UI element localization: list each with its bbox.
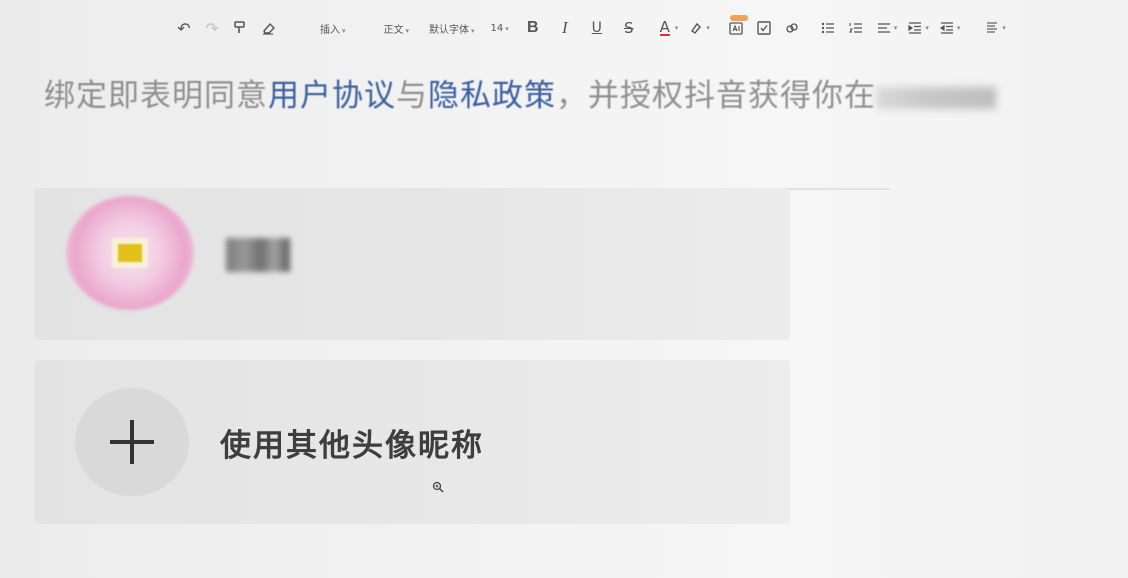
paragraph-style-select[interactable]: 正文 ▾	[384, 21, 410, 36]
zoom-cursor-icon	[432, 481, 444, 497]
user-agreement-link[interactable]: 用户协议	[268, 78, 396, 114]
eraser-icon[interactable]	[254, 14, 282, 42]
bold-button[interactable]: B	[519, 14, 547, 42]
paragraph-style-label: 正文	[383, 24, 404, 36]
ai-icon[interactable]	[722, 14, 750, 42]
underline-button[interactable]: U	[583, 14, 611, 42]
strikethrough-button[interactable]: S	[615, 14, 643, 42]
redacted-text	[876, 86, 996, 109]
agreement-text: 绑定即表明同意用户协议与隐私政策，并授权抖音获得你在	[44, 70, 996, 115]
plus-icon[interactable]	[75, 388, 189, 496]
more-caret-icon[interactable]: ▾	[1002, 24, 1006, 32]
font-family-label: 默认字体	[429, 24, 470, 36]
font-size-label: 14	[490, 22, 504, 34]
undo-icon[interactable]: ↶	[170, 14, 198, 42]
insert-menu-label: 插入	[320, 24, 340, 36]
new-badge	[729, 15, 748, 21]
redacted-nickname	[226, 238, 290, 272]
avatar-image	[112, 238, 148, 268]
bullet-list-icon[interactable]	[814, 14, 842, 42]
privacy-policy-link[interactable]: 隐私政策	[428, 78, 556, 114]
outdent-caret-icon[interactable]: ▾	[957, 24, 961, 32]
agreement-suffix: ，并授权抖音获得你在	[556, 78, 876, 114]
font-color-label: A	[659, 18, 670, 36]
indent-caret-icon[interactable]: ▾	[925, 24, 929, 32]
insert-menu[interactable]: 插入 ▾	[320, 21, 346, 36]
format-painter-icon[interactable]	[226, 14, 254, 42]
font-family-select[interactable]: 默认字体 ▾	[429, 21, 475, 36]
link-icon[interactable]	[778, 14, 806, 42]
align-caret-icon[interactable]: ▾	[894, 24, 898, 32]
checkbox-icon[interactable]	[750, 14, 778, 42]
page: ↶ ↷ 插入▾ 正文▾ 默认字体▾ 14▾ B I U S A ▾ ▾	[0, 0, 1128, 578]
editor-toolbar: ↶ ↷ 插入▾ 正文▾ 默认字体▾ 14▾ B I U S A ▾ ▾	[170, 8, 1128, 48]
redo-icon[interactable]: ↷	[198, 14, 226, 42]
italic-button[interactable]: I	[551, 14, 579, 42]
font-color-caret-icon[interactable]: ▾	[675, 24, 679, 32]
agreement-and: 与	[396, 78, 428, 114]
use-other-profile-label: 使用其他头像昵称	[220, 428, 484, 464]
agreement-prefix: 绑定即表明同意	[44, 78, 268, 114]
highlight-caret-icon[interactable]: ▾	[706, 24, 710, 32]
divider	[780, 188, 890, 190]
plus-vertical	[130, 420, 134, 464]
font-size-select[interactable]: 14 ▾	[491, 23, 509, 34]
numbered-list-icon[interactable]	[842, 14, 870, 42]
